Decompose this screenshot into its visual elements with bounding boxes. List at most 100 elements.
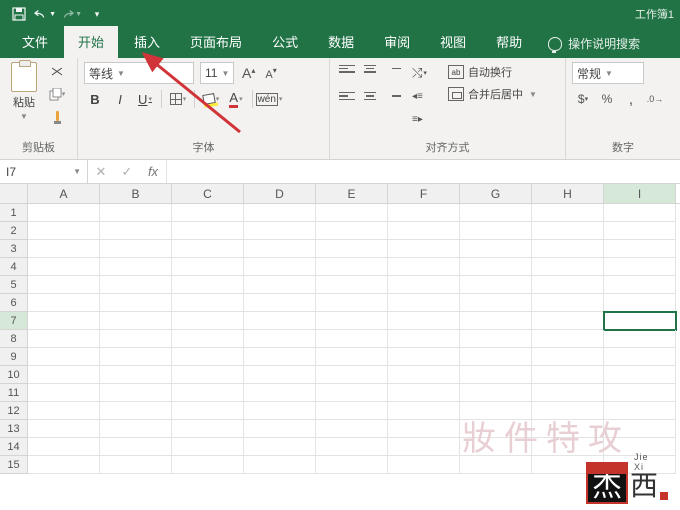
- cell[interactable]: [100, 456, 172, 474]
- cell[interactable]: [388, 204, 460, 222]
- cell[interactable]: [244, 366, 316, 384]
- cell[interactable]: [172, 384, 244, 402]
- cell[interactable]: [172, 222, 244, 240]
- cell[interactable]: [100, 438, 172, 456]
- cell[interactable]: [244, 330, 316, 348]
- insert-function-button[interactable]: fx: [140, 164, 166, 179]
- cell[interactable]: [244, 438, 316, 456]
- font-size-combo[interactable]: 11▼: [200, 62, 234, 84]
- tab-data[interactable]: 数据: [314, 26, 368, 58]
- cell[interactable]: [172, 438, 244, 456]
- cell[interactable]: [244, 240, 316, 258]
- cell[interactable]: [604, 330, 676, 348]
- cell[interactable]: [100, 402, 172, 420]
- cell[interactable]: [316, 294, 388, 312]
- cell[interactable]: [100, 348, 172, 366]
- cell[interactable]: [532, 294, 604, 312]
- tab-help[interactable]: 帮助: [482, 26, 536, 58]
- tab-page-layout[interactable]: 页面布局: [176, 26, 256, 58]
- cell[interactable]: [604, 240, 676, 258]
- cell[interactable]: [172, 276, 244, 294]
- cell[interactable]: [388, 402, 460, 420]
- cell[interactable]: [460, 420, 532, 438]
- cell[interactable]: [316, 420, 388, 438]
- row-header[interactable]: 10: [0, 366, 28, 384]
- cell[interactable]: [460, 384, 532, 402]
- cell[interactable]: [244, 276, 316, 294]
- tab-review[interactable]: 审阅: [370, 26, 424, 58]
- cell[interactable]: [388, 222, 460, 240]
- cell[interactable]: [316, 204, 388, 222]
- cell[interactable]: [532, 438, 604, 456]
- cell[interactable]: [244, 402, 316, 420]
- cell[interactable]: [316, 312, 388, 330]
- cell[interactable]: [316, 438, 388, 456]
- cell[interactable]: [532, 204, 604, 222]
- cell[interactable]: [244, 222, 316, 240]
- cell[interactable]: [388, 438, 460, 456]
- align-top-button[interactable]: [336, 62, 358, 84]
- cell[interactable]: [604, 420, 676, 438]
- align-bottom-button[interactable]: [382, 62, 404, 84]
- cell[interactable]: [460, 204, 532, 222]
- cell[interactable]: [28, 312, 100, 330]
- bold-button[interactable]: B: [84, 88, 106, 110]
- cell[interactable]: [532, 258, 604, 276]
- row-header[interactable]: 11: [0, 384, 28, 402]
- row-header[interactable]: 9: [0, 348, 28, 366]
- column-header[interactable]: F: [388, 184, 460, 203]
- orientation-button[interactable]: ⤭▾: [412, 62, 434, 84]
- increase-decimal-button[interactable]: .0→: [644, 88, 666, 110]
- increase-indent-button[interactable]: ≡▸: [412, 108, 434, 130]
- comma-format-button[interactable]: ,: [620, 88, 642, 110]
- cell[interactable]: [604, 258, 676, 276]
- cell[interactable]: [28, 204, 100, 222]
- cell[interactable]: [532, 420, 604, 438]
- cell[interactable]: [460, 222, 532, 240]
- cut-button[interactable]: [46, 62, 68, 82]
- cell[interactable]: [532, 366, 604, 384]
- cell[interactable]: [244, 456, 316, 474]
- cell[interactable]: [388, 294, 460, 312]
- column-header[interactable]: B: [100, 184, 172, 203]
- cell[interactable]: [604, 222, 676, 240]
- cell[interactable]: [100, 294, 172, 312]
- cell[interactable]: [388, 348, 460, 366]
- cell[interactable]: [460, 402, 532, 420]
- cell[interactable]: [244, 420, 316, 438]
- column-header[interactable]: H: [532, 184, 604, 203]
- cell[interactable]: [388, 420, 460, 438]
- row-header[interactable]: 4: [0, 258, 28, 276]
- cell[interactable]: [28, 456, 100, 474]
- qat-customize-icon[interactable]: ▾: [86, 3, 108, 25]
- cell[interactable]: [244, 384, 316, 402]
- row-header[interactable]: 14: [0, 438, 28, 456]
- cell[interactable]: [460, 456, 532, 474]
- column-header[interactable]: A: [28, 184, 100, 203]
- cell[interactable]: [604, 366, 676, 384]
- format-painter-button[interactable]: [46, 106, 68, 126]
- column-header[interactable]: I: [604, 184, 676, 203]
- row-header[interactable]: 12: [0, 402, 28, 420]
- accounting-format-button[interactable]: $▾: [572, 88, 594, 110]
- cell[interactable]: [532, 312, 604, 330]
- cell[interactable]: [28, 420, 100, 438]
- tab-formulas[interactable]: 公式: [258, 26, 312, 58]
- cell[interactable]: [388, 240, 460, 258]
- cell[interactable]: [100, 204, 172, 222]
- cell[interactable]: [604, 276, 676, 294]
- font-color-button[interactable]: A▾: [225, 88, 247, 110]
- cell[interactable]: [100, 222, 172, 240]
- cell[interactable]: [388, 258, 460, 276]
- cell[interactable]: [460, 240, 532, 258]
- decrease-indent-button[interactable]: ◂≡: [412, 85, 434, 107]
- cell[interactable]: [532, 348, 604, 366]
- cell[interactable]: [100, 384, 172, 402]
- row-header[interactable]: 3: [0, 240, 28, 258]
- cell[interactable]: [316, 366, 388, 384]
- cell[interactable]: [316, 258, 388, 276]
- column-header[interactable]: E: [316, 184, 388, 203]
- cell[interactable]: [172, 258, 244, 276]
- cell[interactable]: [532, 384, 604, 402]
- border-button[interactable]: ▾: [167, 88, 189, 110]
